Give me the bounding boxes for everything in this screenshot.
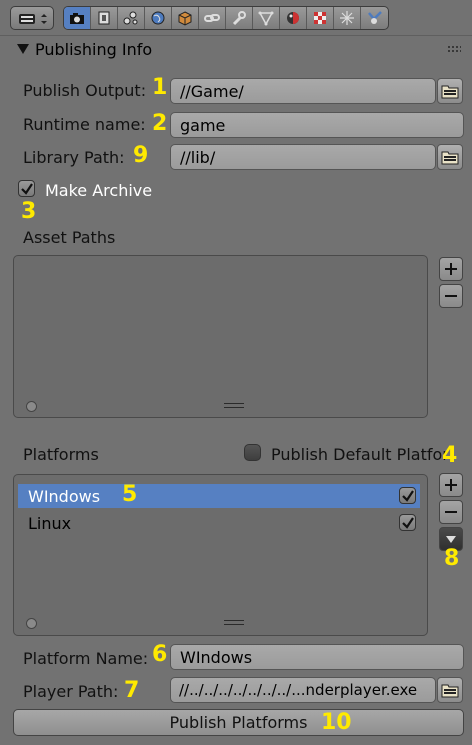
runtime-name-field[interactable]: game [170, 112, 464, 138]
tab-object[interactable] [172, 7, 199, 29]
platform-linux-enabled-checkbox[interactable] [399, 514, 416, 531]
publish-output-label: Publish Output: [23, 81, 147, 100]
asset-paths-resize-grip-icon[interactable] [224, 403, 244, 408]
tab-texture[interactable] [307, 7, 334, 29]
player-path-label: Player Path: [23, 682, 119, 701]
minus-icon [445, 511, 457, 513]
panel-drag-handle-icon[interactable] [447, 45, 461, 53]
annotation-3: 3 [21, 199, 37, 224]
annotation-7: 7 [124, 678, 140, 703]
annotation-8: 8 [444, 546, 460, 571]
platforms-remove-button[interactable] [439, 500, 463, 524]
annotation-9: 9 [133, 143, 149, 168]
editor-type-button[interactable] [10, 6, 54, 30]
platform-windows-enabled-checkbox[interactable] [399, 487, 416, 504]
make-archive-label: Make Archive [45, 181, 153, 200]
tab-particles[interactable] [334, 7, 361, 29]
publish-default-platform-checkbox[interactable] [244, 444, 261, 461]
library-path-browse-button[interactable] [437, 144, 463, 170]
minus-icon [445, 295, 457, 297]
platform-name-label: Platform Name: [23, 649, 149, 668]
tab-render[interactable] [64, 7, 91, 29]
asset-paths-remove-button[interactable] [439, 284, 463, 308]
runtime-name-label: Runtime name: [23, 115, 146, 134]
platforms-resize-grip-icon[interactable] [224, 620, 244, 625]
particles-icon [340, 11, 354, 25]
context-tabs [63, 6, 389, 30]
material-sphere-icon [287, 12, 299, 24]
platform-row-label: WIndows [28, 486, 101, 506]
annotation-6: 6 [152, 642, 168, 667]
library-path-field[interactable]: //lib/ [170, 144, 436, 170]
annotation-1: 1 [152, 75, 168, 100]
platforms-label: Platforms [23, 445, 99, 464]
panel-title: Publishing Info [35, 40, 153, 59]
checkmark-icon [20, 182, 33, 195]
link-icon [204, 14, 220, 22]
folder-icon [441, 85, 459, 99]
asset-paths-list[interactable] [13, 255, 428, 418]
asset-paths-filter-icon[interactable] [26, 401, 37, 412]
platform-name-field[interactable]: WIndows [170, 644, 464, 670]
publish-output-browse-button[interactable] [437, 78, 463, 104]
tab-scene[interactable] [118, 7, 145, 29]
publish-platforms-label: Publish Platforms [169, 713, 308, 732]
wrench-icon [232, 11, 246, 26]
plus-icon [445, 479, 457, 491]
down-arrow-icon [446, 536, 456, 543]
platform-row-label: Linux [28, 513, 72, 533]
tab-modifiers[interactable] [226, 7, 253, 29]
publish-output-field[interactable]: //Game/ [170, 78, 436, 104]
checkmark-icon [401, 516, 414, 529]
tab-render-layers[interactable] [91, 7, 118, 29]
make-archive-checkbox[interactable] [18, 180, 35, 197]
folder-icon [441, 684, 459, 698]
layers-icon [98, 11, 110, 25]
checker-texture-icon [314, 12, 326, 24]
publish-platforms-button[interactable]: Publish Platforms [13, 709, 464, 736]
annotation-10: 10 [321, 710, 352, 735]
camera-icon [70, 13, 84, 24]
folder-icon [441, 151, 459, 165]
checkmark-icon [401, 489, 414, 502]
scene-icon [123, 11, 138, 25]
plus-icon [445, 263, 457, 275]
tab-data[interactable] [253, 7, 280, 29]
library-path-label: Library Path: [23, 148, 125, 167]
annotation-2: 2 [152, 111, 168, 136]
editor-type-icon [19, 14, 47, 24]
physics-icon [367, 11, 382, 24]
collapse-triangle-icon[interactable] [17, 44, 29, 54]
asset-paths-label: Asset Paths [23, 228, 116, 247]
world-icon [151, 11, 165, 25]
platforms-filter-icon[interactable] [26, 618, 37, 629]
tab-world[interactable] [145, 7, 172, 29]
platforms-add-button[interactable] [439, 473, 463, 497]
tab-constraints[interactable] [199, 7, 226, 29]
publish-default-platform-label: Publish Default Platform [271, 445, 447, 464]
platform-row-windows[interactable]: WIndows [18, 484, 420, 508]
annotation-4: 4 [442, 443, 458, 468]
player-path-field[interactable]: //../../../../../../../...nderplayer.exe [170, 677, 436, 703]
platform-row-linux[interactable]: Linux [18, 511, 420, 535]
vertex-data-icon [258, 11, 274, 26]
player-path-browse-button[interactable] [437, 677, 463, 703]
tab-material[interactable] [280, 7, 307, 29]
asset-paths-add-button[interactable] [439, 257, 463, 281]
tab-physics[interactable] [361, 7, 388, 29]
cube-icon [178, 11, 192, 26]
annotation-5: 5 [122, 482, 138, 507]
